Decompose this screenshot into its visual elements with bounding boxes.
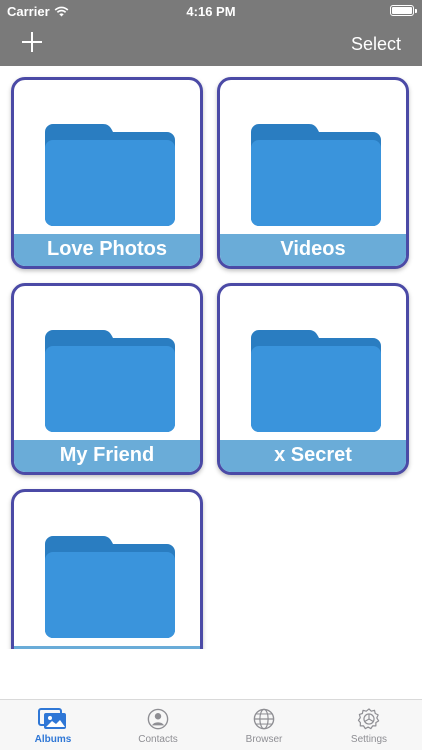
status-bar: Carrier 4:16 PM: [0, 0, 422, 22]
folder-icon: [45, 536, 175, 638]
tab-settings-label: Settings: [350, 734, 388, 745]
album-name: [14, 646, 200, 649]
album-tile[interactable]: [11, 489, 203, 649]
folder-icon: [251, 124, 381, 226]
tab-browser[interactable]: Browser: [224, 708, 304, 745]
folder-icon: [45, 330, 175, 432]
photos-icon: [38, 708, 66, 729]
folder-icon: [45, 124, 175, 226]
tab-albums-label: Albums: [34, 734, 72, 745]
plus-icon[interactable]: [20, 30, 44, 54]
album-tile[interactable]: Love Photos: [11, 77, 203, 269]
tab-albums[interactable]: Albums: [13, 708, 93, 745]
tab-settings[interactable]: Settings: [329, 708, 409, 745]
album-name: x Secret: [220, 440, 406, 472]
battery-icon: [390, 5, 417, 16]
album-tile[interactable]: Videos: [217, 77, 409, 269]
navigation-bar: Select: [0, 22, 422, 66]
tab-browser-label: Browser: [245, 734, 283, 745]
globe-icon: [253, 708, 275, 730]
status-time: 4:16 PM: [186, 4, 236, 19]
album-tile[interactable]: My Friend: [11, 283, 203, 475]
album-tile[interactable]: x Secret: [217, 283, 409, 475]
tab-contacts-label: Contacts: [138, 734, 178, 745]
tab-bar: Albums Contacts Browser Settings: [0, 699, 422, 750]
gear-icon: [357, 708, 380, 730]
album-name: Videos: [220, 234, 406, 266]
folder-icon: [251, 330, 381, 432]
select-button[interactable]: Select: [351, 34, 401, 55]
tab-contacts[interactable]: Contacts: [118, 708, 198, 745]
album-name: Love Photos: [14, 234, 200, 266]
person-icon: [147, 708, 169, 730]
album-name: My Friend: [14, 440, 200, 472]
albums-grid: Love Photos Videos My Friend x Secret: [0, 66, 422, 649]
